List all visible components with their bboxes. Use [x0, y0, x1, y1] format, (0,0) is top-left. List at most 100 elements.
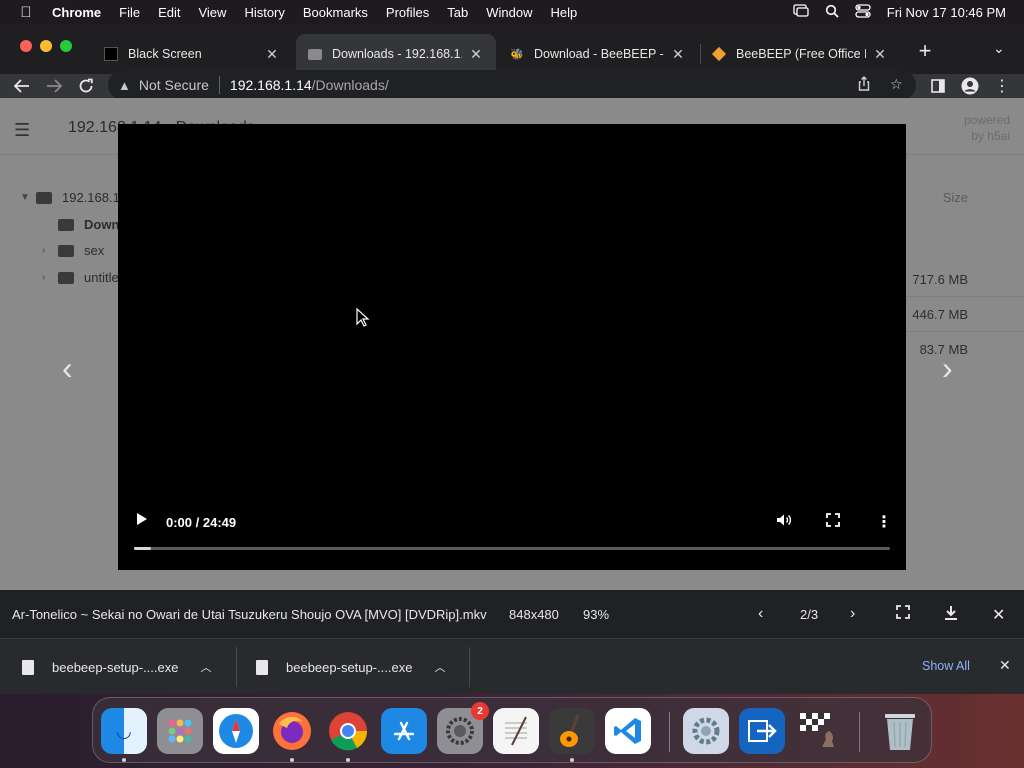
- tree-item-sex[interactable]: › sex: [42, 243, 104, 258]
- shelf-separator: [236, 647, 237, 687]
- preview-close-icon[interactable]: ✕: [992, 605, 1005, 625]
- previous-file-arrow-icon[interactable]: ‹: [62, 350, 73, 387]
- trash-icon[interactable]: [877, 708, 923, 754]
- menu-tab[interactable]: Tab: [438, 5, 477, 20]
- dock-separator: [669, 712, 670, 752]
- share-icon[interactable]: [858, 76, 870, 94]
- textedit-icon[interactable]: [493, 708, 539, 754]
- menu-bookmarks[interactable]: Bookmarks: [294, 5, 377, 20]
- menubar-clock[interactable]: Fri Nov 17 10:46 PM: [887, 5, 1006, 20]
- menu-edit[interactable]: Edit: [149, 5, 189, 20]
- launchpad-icon[interactable]: [157, 708, 203, 754]
- chevron-up-icon[interactable]: ︿: [200, 659, 211, 675]
- tab-beebeep-office[interactable]: BeeBEEP (Free Office M ✕: [700, 34, 900, 74]
- tab-title: Downloads - 192.168.1.1: [332, 47, 462, 61]
- browser-toolbar: ▲ Not Secure 192.168.1.14/Downloads/ ☆ ⋮: [0, 70, 1024, 100]
- settings-gear-icon[interactable]: [683, 708, 729, 754]
- download-item[interactable]: beebeep-setup-....exe ︿: [22, 639, 211, 695]
- show-all-downloads-link[interactable]: Show All: [922, 659, 970, 673]
- screen-mirroring-icon[interactable]: [793, 4, 809, 20]
- fullscreen-icon[interactable]: [826, 513, 840, 531]
- close-shelf-icon[interactable]: ✕: [999, 657, 1011, 674]
- notification-badge: 2: [471, 702, 489, 720]
- chrome-menu-icon[interactable]: ⋮: [990, 74, 1014, 98]
- app-store-icon[interactable]: [381, 708, 427, 754]
- firefox-icon[interactable]: [269, 708, 315, 754]
- preview-download-icon[interactable]: [944, 605, 958, 626]
- menu-profiles[interactable]: Profiles: [377, 5, 438, 20]
- more-options-icon[interactable]: ⋮: [876, 512, 892, 532]
- chevron-right-icon[interactable]: ›: [42, 245, 58, 256]
- close-tab-icon[interactable]: ✕: [264, 46, 280, 63]
- safari-icon[interactable]: [213, 708, 259, 754]
- chevron-down-icon[interactable]: ▼: [20, 192, 36, 203]
- menu-file[interactable]: File: [110, 5, 149, 20]
- spotlight-search-icon[interactable]: [825, 4, 839, 21]
- system-preferences-icon[interactable]: 2: [437, 702, 489, 754]
- video-time-display: 0:00 / 24:49: [166, 515, 237, 530]
- address-bar[interactable]: ▲ Not Secure 192.168.1.14/Downloads/ ☆: [108, 70, 916, 100]
- video-player[interactable]: 0:00 / 24:49 ⋮: [118, 124, 906, 570]
- chrome-icon[interactable]: [325, 708, 371, 754]
- tree-label: 192.168.1: [62, 190, 120, 205]
- file-size: 717.6 MB: [912, 272, 968, 287]
- tab-search-chevron-icon[interactable]: ⌄: [993, 40, 1005, 57]
- chevron-right-icon[interactable]: ›: [42, 272, 58, 283]
- tab-downloads[interactable]: Downloads - 192.168.1.1 ✕: [296, 34, 496, 74]
- vscode-icon[interactable]: [605, 708, 651, 754]
- minimize-window-icon[interactable]: [40, 40, 52, 52]
- apple-menu-icon[interactable]: : [0, 4, 52, 21]
- migration-assistant-icon[interactable]: [739, 708, 785, 754]
- menu-window[interactable]: Window: [477, 5, 541, 20]
- tab-download-beebeep[interactable]: 🐝 Download - BeeBEEP - F ✕: [498, 34, 698, 74]
- preview-fullscreen-icon[interactable]: [896, 605, 910, 624]
- running-indicator: [570, 758, 574, 762]
- back-arrow-icon[interactable]: [10, 74, 34, 98]
- url-path[interactable]: /Downloads/: [312, 77, 389, 93]
- close-tab-icon[interactable]: ✕: [872, 46, 888, 63]
- security-status[interactable]: Not Secure: [139, 77, 209, 93]
- next-file-arrow-icon[interactable]: ›: [942, 350, 953, 387]
- seek-bar-progress: [134, 547, 151, 550]
- forward-arrow-icon[interactable]: [42, 74, 66, 98]
- preview-next-icon[interactable]: ›: [850, 605, 855, 623]
- reload-icon[interactable]: [74, 74, 98, 98]
- url-host[interactable]: 192.168.1.14: [230, 77, 312, 93]
- tree-item-downloads[interactable]: Down: [42, 217, 119, 232]
- download-item[interactable]: beebeep-setup-....exe ︿: [256, 639, 445, 695]
- finder-icon[interactable]: ◡: [101, 708, 147, 754]
- tree-item-root[interactable]: ▼ 192.168.1: [20, 190, 120, 205]
- warning-triangle-icon[interactable]: ▲: [118, 78, 131, 93]
- menu-app-name[interactable]: Chrome: [52, 5, 110, 20]
- preview-prev-icon[interactable]: ‹: [758, 605, 763, 623]
- chevron-up-icon[interactable]: ︿: [434, 659, 445, 675]
- side-panel-icon[interactable]: [926, 74, 950, 98]
- new-tab-button[interactable]: +: [913, 38, 937, 64]
- tree-item-untitled[interactable]: › untitle: [42, 270, 119, 285]
- volume-icon[interactable]: [776, 513, 792, 531]
- preview-zoom: 93%: [583, 607, 610, 622]
- menu-help[interactable]: Help: [542, 5, 587, 20]
- bookmark-star-icon[interactable]: ☆: [890, 76, 903, 93]
- profile-avatar-icon[interactable]: [958, 74, 982, 98]
- close-window-icon[interactable]: [20, 40, 32, 52]
- size-column-header[interactable]: Size: [943, 190, 968, 205]
- garageband-icon[interactable]: [549, 708, 595, 754]
- control-center-icon[interactable]: [855, 3, 871, 21]
- menu-view[interactable]: View: [189, 5, 235, 20]
- seek-bar[interactable]: [134, 547, 890, 550]
- hamburger-menu-icon[interactable]: ☰: [14, 120, 30, 141]
- close-tab-icon[interactable]: ✕: [468, 46, 484, 63]
- tab-black-screen[interactable]: Black Screen ✕: [92, 34, 292, 74]
- window-controls: [20, 40, 72, 52]
- download-shelf: beebeep-setup-....exe ︿ beebeep-setup-..…: [0, 638, 1024, 694]
- file-icon: [22, 659, 34, 675]
- download-filename: beebeep-setup-....exe: [286, 659, 413, 675]
- chess-icon[interactable]: [795, 708, 841, 754]
- menu-history[interactable]: History: [235, 5, 293, 20]
- tab-title: Black Screen: [128, 47, 202, 61]
- tab-strip: Black Screen ✕ Downloads - 192.168.1.1 ✕…: [0, 24, 1024, 74]
- zoom-window-icon[interactable]: [60, 40, 72, 52]
- play-icon[interactable]: [136, 512, 148, 529]
- close-tab-icon[interactable]: ✕: [670, 46, 686, 63]
